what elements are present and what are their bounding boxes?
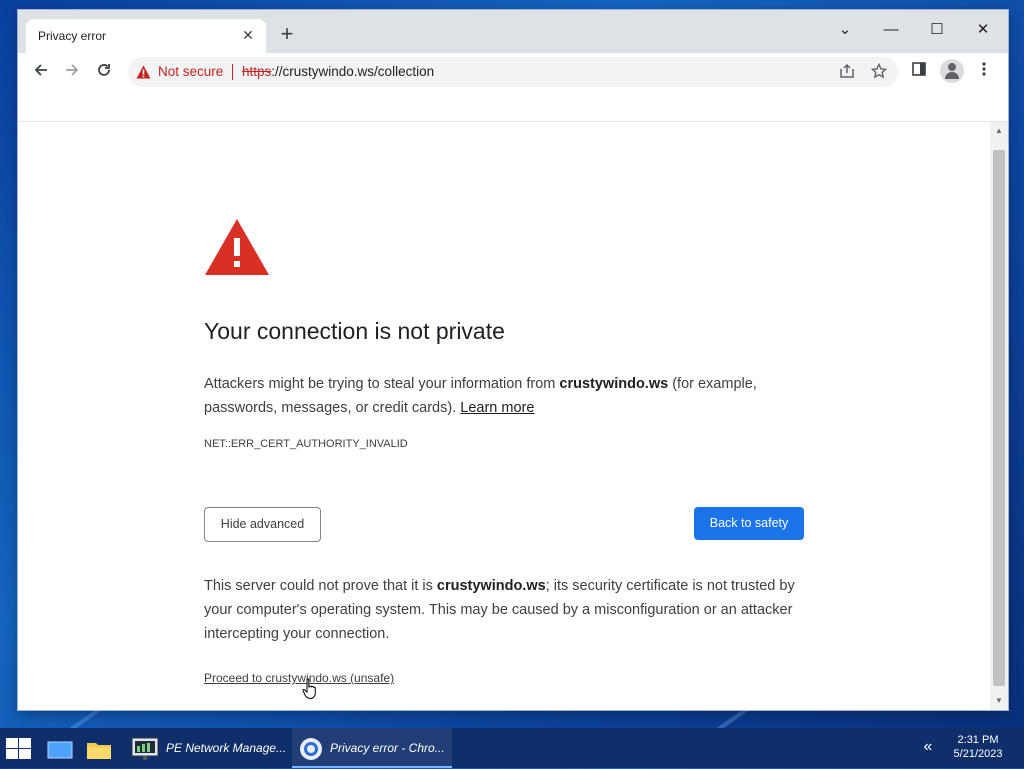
url-path: ://crustywindo.ws/collection [271, 64, 435, 79]
main-message-text: Attackers might be trying to steal your … [204, 376, 560, 392]
warning-triangle-icon [204, 218, 270, 281]
tab-strip: Privacy error ✕ + ⌄ — ☐ ✕ [18, 10, 1008, 53]
warning-icon[interactable] [136, 65, 151, 84]
main-message-host: crustywindo.ws [559, 376, 669, 392]
details-message: This server could not prove that it is c… [204, 574, 804, 646]
file-explorer-icon[interactable] [84, 734, 114, 764]
page-scrollbar[interactable]: ▲ ▼ [990, 122, 1008, 710]
scrollbar-thumb[interactable] [993, 150, 1005, 686]
tab-privacy-error[interactable]: Privacy error ✕ [26, 19, 266, 53]
maximize-button[interactable]: ☐ [914, 16, 960, 44]
show-hidden-icons-icon[interactable]: « [920, 738, 936, 758]
star-icon[interactable] [870, 62, 888, 81]
clock-date: 5/21/2023 [953, 748, 1003, 760]
side-panel-icon[interactable] [908, 61, 930, 83]
taskbar-label: Privacy error - Chro... [330, 741, 445, 755]
desktop-icon[interactable] [45, 734, 75, 764]
learn-more-link[interactable]: Learn more [460, 400, 534, 416]
taskbar-item-network-manager[interactable]: PE Network Manage... [124, 728, 290, 768]
close-tab-icon[interactable]: ✕ [240, 27, 256, 43]
error-code[interactable]: NET::ERR_CERT_AUTHORITY_INVALID [204, 438, 408, 450]
close-window-button[interactable]: ✕ [960, 16, 1006, 44]
taskbar: PE Network Manage... Privacy error - Chr… [0, 728, 1024, 768]
tab-title: Privacy error [38, 29, 107, 43]
url-text[interactable]: https://crustywindo.ws/collection [242, 64, 434, 79]
network-manager-icon [130, 734, 160, 764]
taskbar-label: PE Network Manage... [166, 741, 287, 755]
start-button-icon[interactable] [6, 738, 32, 760]
details-host: crustywindo.ws [436, 578, 546, 594]
proceed-unsafe-link[interactable]: Proceed to crustywindo.ws (unsafe) [204, 671, 394, 685]
page-title: Your connection is not private [204, 318, 505, 344]
scroll-down-icon[interactable]: ▼ [994, 696, 1004, 706]
browser-window: Privacy error ✕ + ⌄ — ☐ ✕ Not secure htt… [18, 10, 1008, 710]
omnibox-separator [232, 64, 233, 80]
forward-icon[interactable] [61, 61, 83, 83]
back-to-safety-button[interactable]: Back to safety [694, 507, 804, 540]
chrome-icon [296, 734, 326, 764]
details-text: This server could not prove that it is [204, 578, 437, 594]
clock-time: 2:31 PM [957, 734, 999, 746]
bookmark-bar [18, 91, 1008, 122]
profile-icon[interactable] [940, 59, 964, 83]
toolbar: Not secure https://crustywindo.ws/collec… [18, 53, 1008, 91]
scroll-up-icon[interactable]: ▲ [994, 126, 1004, 136]
taskbar-item-chrome[interactable]: Privacy error - Chro... [292, 728, 452, 768]
page-content: Your connection is not private Attackers… [18, 122, 990, 710]
reload-icon[interactable] [93, 61, 115, 83]
menu-icon[interactable] [973, 61, 995, 83]
hand-cursor-icon [302, 678, 318, 705]
tab-search-icon[interactable]: ⌄ [822, 16, 868, 44]
address-bar[interactable]: Not secure https://crustywindo.ws/collec… [128, 57, 898, 87]
system-clock[interactable]: 2:31 PM 5/21/2023 [948, 733, 1008, 761]
back-icon[interactable] [30, 61, 52, 83]
url-scheme: https [242, 64, 272, 79]
minimize-button[interactable]: — [868, 16, 914, 44]
hide-advanced-button[interactable]: Hide advanced [204, 507, 321, 542]
not-secure-label[interactable]: Not secure [158, 64, 223, 79]
new-tab-button[interactable]: + [276, 23, 298, 46]
main-message: Attackers might be trying to steal your … [204, 372, 804, 420]
share-icon[interactable] [838, 63, 856, 81]
